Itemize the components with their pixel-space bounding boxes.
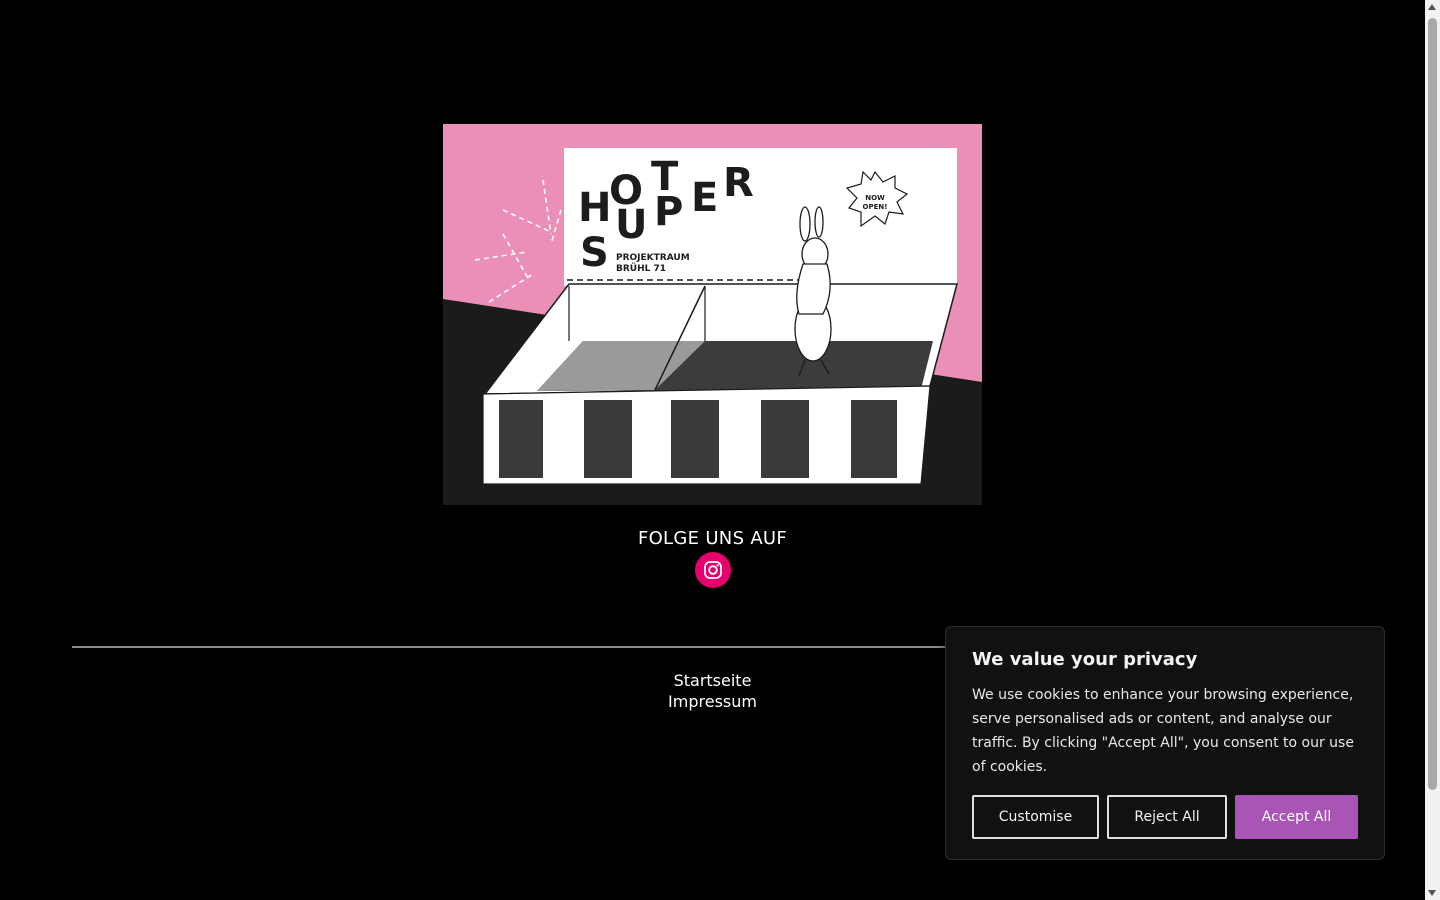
svg-text:E: E	[691, 175, 718, 221]
svg-text:P: P	[654, 189, 683, 235]
scrollbar-thumb[interactable]	[1428, 18, 1437, 790]
logo-subline-1: PROJEKTRAUM	[616, 253, 690, 263]
scroll-down-arrow-icon[interactable]	[1428, 890, 1436, 896]
scroll-up-arrow-icon[interactable]	[1428, 4, 1436, 10]
svg-text:H: H	[578, 185, 611, 231]
svg-text:R: R	[723, 160, 754, 206]
svg-text:S: S	[580, 230, 609, 276]
footer-divider	[72, 646, 972, 648]
consent-body: We use cookies to enhance your browsing …	[972, 687, 1354, 775]
svg-text:OPEN!: OPEN!	[863, 203, 888, 211]
hero-illustration: H O T E R U P S PROJEKTRAUM BRÜHL 71 NOW…	[443, 124, 982, 505]
logo-subline-2: BRÜHL 71	[616, 263, 666, 274]
hero-image: H O T E R U P S PROJEKTRAUM BRÜHL 71 NOW…	[443, 124, 982, 505]
customise-button[interactable]: Customise	[972, 795, 1099, 839]
accept-all-button[interactable]: Accept All	[1235, 795, 1358, 839]
cookie-consent-banner: We value your privacy We use cookies to …	[945, 626, 1385, 860]
reject-all-button[interactable]: Reject All	[1107, 795, 1227, 839]
instagram-link[interactable]	[695, 552, 731, 588]
svg-text:U: U	[615, 202, 647, 248]
vertical-scrollbar[interactable]	[1425, 0, 1440, 900]
follow-heading: FOLGE UNS AUF	[637, 528, 788, 549]
svg-text:NOW: NOW	[865, 194, 885, 202]
instagram-icon	[704, 561, 722, 579]
consent-title: We value your privacy	[972, 649, 1198, 670]
